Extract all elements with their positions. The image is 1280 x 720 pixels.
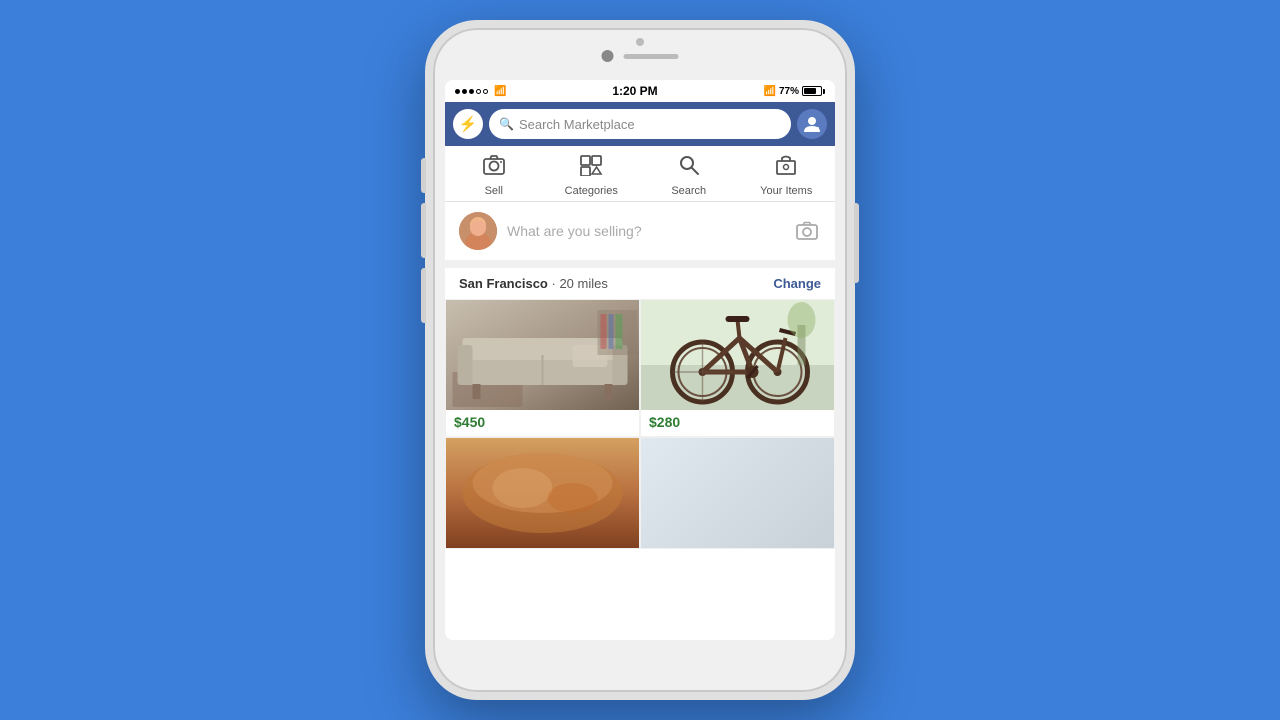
signal-dot-4	[476, 89, 481, 94]
earpiece-speaker	[624, 54, 679, 59]
tab-bar: Sell Categories	[445, 146, 835, 202]
wifi-icon: 📶	[494, 86, 506, 97]
product-image-misc	[641, 438, 834, 548]
your-items-icon-svg	[774, 154, 798, 176]
bluetooth-icon: 📶	[764, 86, 776, 97]
avatar-svg	[459, 212, 497, 250]
tab-search-label: Search	[671, 185, 706, 197]
top-nav: ⚡ 🔍 Search Marketplace	[445, 102, 835, 146]
tab-sell[interactable]: Sell	[445, 154, 543, 197]
signal-strength	[455, 89, 488, 94]
status-time: 1:20 PM	[612, 84, 657, 98]
camera-button[interactable]	[793, 217, 821, 245]
product-grid: $450	[445, 299, 835, 549]
signal-dot-1	[455, 89, 460, 94]
product-price-sofa: $450	[446, 410, 639, 436]
volume-down-button	[421, 203, 426, 258]
product-image-sofa	[446, 300, 639, 410]
product-price-bike: $280	[641, 410, 834, 436]
signal-dot-5	[483, 89, 488, 94]
product-image-bread	[446, 438, 639, 548]
messenger-icon[interactable]: ⚡	[453, 109, 483, 139]
avatar-face	[459, 212, 497, 250]
search-bar-placeholder: Search Marketplace	[519, 117, 635, 132]
sell-post-box: What are you selling?	[445, 202, 835, 268]
sell-input-placeholder[interactable]: What are you selling?	[507, 223, 783, 239]
search-tab-icon-svg	[677, 154, 701, 176]
tab-search[interactable]: Search	[640, 154, 738, 197]
camera-btn-icon	[796, 221, 818, 241]
tab-your-items[interactable]: Your Items	[738, 154, 836, 197]
phone-shell: 📶 1:20 PM 📶 77% ⚡ 🔍 Search Ma	[425, 20, 855, 700]
status-left: 📶	[455, 86, 506, 97]
location-city: San Francisco	[459, 276, 548, 291]
tab-your-items-label: Your Items	[760, 185, 812, 197]
your-items-icon	[774, 154, 798, 182]
categories-icon	[579, 154, 603, 182]
profile-icon[interactable]	[797, 109, 827, 139]
search-bar[interactable]: 🔍 Search Marketplace	[489, 109, 791, 139]
status-right: 📶 77%	[764, 86, 825, 97]
user-avatar	[459, 212, 497, 250]
location-bar: San Francisco · 20 miles Change	[445, 268, 835, 299]
tab-categories[interactable]: Categories	[543, 154, 641, 197]
bike-image-svg	[641, 300, 834, 410]
product-card-bread[interactable]	[446, 438, 639, 548]
tab-sell-label: Sell	[485, 185, 503, 197]
signal-dot-3	[469, 89, 474, 94]
location-text: San Francisco · 20 miles	[459, 276, 608, 291]
product-card-misc[interactable]	[641, 438, 834, 548]
bread-image-svg	[446, 438, 639, 548]
battery-tip	[823, 89, 825, 94]
product-image-bike	[641, 300, 834, 410]
profile-svg	[804, 116, 820, 132]
tab-categories-label: Categories	[565, 185, 618, 197]
status-bar: 📶 1:20 PM 📶 77%	[445, 80, 835, 102]
camera-icon-svg	[482, 154, 506, 176]
battery-fill	[804, 88, 816, 94]
battery-percent: 77%	[779, 86, 799, 97]
signal-dot-2	[462, 89, 467, 94]
battery-icon	[802, 86, 825, 96]
front-camera	[602, 50, 614, 62]
product-card-sofa[interactable]: $450	[446, 300, 639, 436]
location-miles: · 20 miles	[552, 276, 608, 291]
mute-button	[421, 268, 426, 323]
messenger-logo: ⚡	[459, 115, 478, 133]
sofa-image-svg	[446, 300, 639, 410]
categories-icon-svg	[579, 154, 603, 176]
product-card-bike[interactable]: $280	[641, 300, 834, 436]
battery-body	[802, 86, 822, 96]
power-button	[854, 203, 859, 283]
sell-icon	[482, 154, 506, 182]
search-tab-icon	[677, 154, 701, 182]
phone-top-hardware	[602, 50, 679, 62]
search-icon: 🔍	[499, 117, 514, 131]
change-location-button[interactable]: Change	[773, 276, 821, 291]
phone-screen: 📶 1:20 PM 📶 77% ⚡ 🔍 Search Ma	[445, 80, 835, 640]
volume-up-button	[421, 158, 426, 193]
